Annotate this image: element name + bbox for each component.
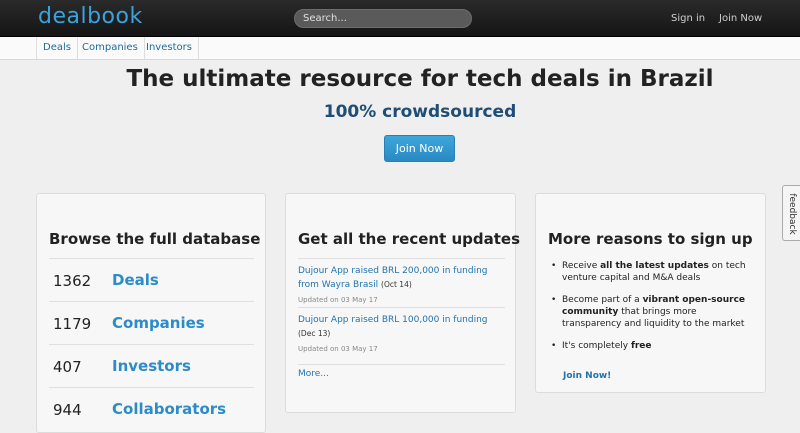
reasons-join-now-link[interactable]: Join Now! xyxy=(563,371,611,381)
stat-count: 1179 xyxy=(53,315,92,333)
reason-item: Become part of a vibrant open-source com… xyxy=(548,294,753,330)
feedback-label: feedback xyxy=(787,193,797,235)
update-meta: Updated on 03 May 17 xyxy=(298,296,378,304)
sign-in-link[interactable]: Sign in xyxy=(671,13,705,24)
header-join-now-link[interactable]: Join Now xyxy=(719,13,762,24)
update-meta: Updated on 03 May 17 xyxy=(298,345,378,353)
reasons-list: Receive all the latest updates on tech v… xyxy=(548,260,753,362)
update-date: (Dec 13) xyxy=(298,329,331,338)
updates-title: Get all the recent updates xyxy=(298,230,521,248)
hero-subtitle: 100% crowdsourced xyxy=(323,102,517,122)
reasons-title: More reasons to sign up xyxy=(548,230,753,248)
sub-navbar: Deals Companies Investors xyxy=(0,37,800,60)
browse-title: Browse the full database xyxy=(49,230,261,248)
stat-row-companies[interactable]: 1179 Companies xyxy=(49,301,254,345)
stat-label-investors[interactable]: Investors xyxy=(112,357,191,375)
update-date: (Oct 14) xyxy=(381,280,412,289)
stat-label-deals[interactable]: Deals xyxy=(112,271,159,289)
reason-item: It's completely free xyxy=(548,340,753,352)
dealbook-logo[interactable]: dealbook xyxy=(38,4,143,29)
update-link[interactable]: Dujour App raised BRL 100,000 in funding xyxy=(298,315,488,325)
stat-label-collaborators[interactable]: Collaborators xyxy=(112,400,226,418)
more-updates-link[interactable]: More... xyxy=(298,364,505,379)
hero-title: The ultimate resource for tech deals in … xyxy=(126,66,714,92)
stat-count: 407 xyxy=(53,358,82,376)
stat-row-investors[interactable]: 407 Investors xyxy=(49,344,254,388)
subnav-companies[interactable]: Companies xyxy=(76,37,145,59)
feedback-tab[interactable]: feedback xyxy=(782,185,800,241)
update-item: Dujour App raised BRL 200,000 in funding… xyxy=(298,258,505,304)
hero-join-now-button[interactable]: Join Now xyxy=(384,135,455,162)
reason-item: Receive all the latest updates on tech v… xyxy=(548,260,753,284)
top-navbar: dealbook Sign in Join Now xyxy=(0,0,800,37)
subnav-deals[interactable]: Deals xyxy=(36,37,78,59)
updates-card: Get all the recent updates Dujour App ra… xyxy=(285,193,520,413)
stat-count: 944 xyxy=(53,401,82,419)
update-item: Dujour App raised BRL 100,000 in funding… xyxy=(298,307,505,353)
stat-label-companies[interactable]: Companies xyxy=(112,314,205,332)
stat-row-collaborators[interactable]: 944 Collaborators xyxy=(49,387,254,431)
reasons-card: More reasons to sign up Receive all the … xyxy=(535,193,766,393)
browse-card: Browse the full database 1362 Deals 1179… xyxy=(36,193,266,433)
search-input[interactable] xyxy=(294,9,472,28)
stat-row-deals[interactable]: 1362 Deals xyxy=(49,258,254,302)
subnav-investors[interactable]: Investors xyxy=(140,37,199,59)
stat-count: 1362 xyxy=(53,272,92,290)
